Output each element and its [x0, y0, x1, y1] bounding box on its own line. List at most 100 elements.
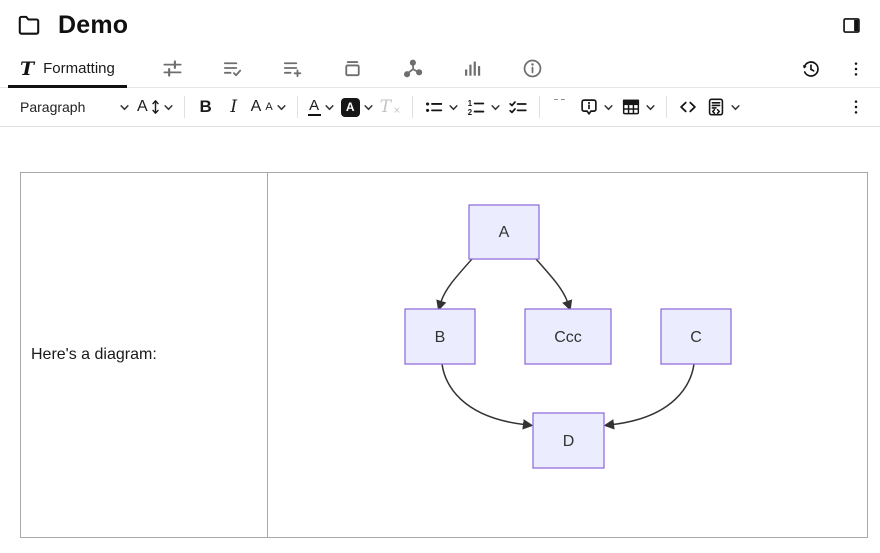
tabbar-more-button[interactable] [844, 57, 868, 81]
diagram-node-B[interactable]: B [405, 309, 475, 364]
chevron-down-icon [448, 102, 459, 113]
toolbar-divider [297, 96, 298, 118]
diagram-node-C[interactable]: C [661, 309, 731, 364]
formatting-T-icon: T [20, 58, 34, 80]
highlight-icon: A [341, 98, 360, 117]
numbered-list-dropdown[interactable]: 1 2 [462, 92, 504, 122]
table-dropdown[interactable] [617, 92, 659, 122]
numbered-list-icon: 1 2 [465, 96, 487, 118]
table-row: Here's a diagram: [21, 173, 868, 538]
toolbar-more-button[interactable] [842, 92, 870, 122]
tab-chart[interactable] [459, 55, 486, 82]
clear-formatting-button[interactable]: T× [377, 92, 405, 122]
text-color-dropdown[interactable]: A [305, 92, 338, 122]
highlight-color-dropdown[interactable]: A [338, 92, 377, 122]
tab-archive[interactable] [339, 55, 366, 82]
toolbar-divider [539, 96, 540, 118]
chevron-down-icon [324, 102, 335, 113]
sliders-icon [161, 57, 184, 80]
chevron-down-icon [276, 102, 287, 113]
table-icon [620, 96, 642, 118]
chevron-down-icon [603, 102, 614, 113]
italic-button[interactable]: I [220, 92, 248, 122]
inline-code-icon [677, 96, 699, 118]
table-cell-text[interactable]: Here's a diagram: [21, 173, 268, 538]
case-small-glyph: A [265, 101, 272, 113]
header: Demo [0, 0, 880, 50]
tab-list-add[interactable] [279, 55, 306, 82]
check-list-icon [507, 96, 529, 118]
edge-C-D [613, 364, 694, 425]
page-title: Demo [58, 11, 128, 40]
callout-icon [578, 96, 600, 118]
list-add-icon [281, 57, 304, 80]
table-cell-diagram[interactable]: A B Ccc C [268, 173, 868, 538]
inline-code-button[interactable] [674, 92, 702, 122]
history-button[interactable] [798, 56, 824, 82]
chevron-down-icon [363, 102, 374, 113]
document-canvas[interactable]: Here's a diagram: [0, 127, 880, 538]
bold-button[interactable]: B [192, 92, 220, 122]
tab-sliders[interactable] [159, 55, 186, 82]
history-icon [800, 58, 822, 80]
font-size-dropdown[interactable]: A [134, 92, 177, 122]
node-label: C [690, 329, 702, 346]
toolbar-divider [412, 96, 413, 118]
clear-format-x: × [393, 106, 401, 116]
content-table: Here's a diagram: [20, 172, 868, 538]
share-nodes-icon [401, 57, 424, 80]
tab-share[interactable] [399, 55, 426, 82]
panel-right-icon [841, 15, 862, 36]
node-label: Ccc [554, 329, 582, 346]
highlight-glyph: A [346, 100, 355, 114]
diagram-node-Ccc[interactable]: Ccc [525, 309, 611, 364]
chevron-down-icon [645, 102, 656, 113]
diagram-node-D[interactable]: D [533, 413, 604, 468]
formatting-toolbar: Paragraph A B I AA A A T× 1 2 [0, 88, 880, 127]
block-type-dropdown[interactable]: Paragraph [10, 92, 134, 122]
chevron-down-icon [163, 102, 174, 113]
edge-A-Ccc [536, 259, 568, 302]
archive-box-icon [341, 57, 364, 80]
block-type-value: Paragraph [20, 99, 85, 115]
tab-info[interactable] [519, 55, 546, 82]
edge-A-B [441, 259, 472, 302]
tab-formatting[interactable]: T Formatting [8, 50, 127, 87]
node-label: A [499, 224, 510, 241]
edge-B-D [442, 364, 524, 425]
text-color-icon: A [308, 98, 321, 116]
tab-formatting-label: Formatting [43, 60, 115, 77]
italic-glyph: I [230, 97, 237, 117]
node-label: D [563, 433, 575, 450]
toggle-side-panel-button[interactable] [839, 13, 864, 38]
cell-text: Here's a diagram: [31, 346, 157, 363]
diagram-node-A[interactable]: A [469, 205, 539, 259]
tab-bar: T Formatting [0, 50, 880, 88]
kebab-menu-icon [846, 97, 866, 117]
check-list-button[interactable] [504, 92, 532, 122]
text-color-glyph: A [309, 98, 319, 113]
bullet-list-dropdown[interactable] [420, 92, 462, 122]
svg-text:2: 2 [467, 108, 472, 117]
font-size-letter: A [137, 98, 148, 116]
bullet-list-icon [423, 96, 445, 118]
info-icon [521, 57, 544, 80]
kebab-menu-icon [846, 59, 866, 79]
folder-icon [16, 12, 42, 38]
quote-icon: “ [552, 99, 569, 115]
svg-text:1: 1 [467, 99, 472, 108]
code-block-icon [705, 96, 727, 118]
toolbar-divider [666, 96, 667, 118]
quote-button[interactable]: “ [547, 92, 575, 122]
code-block-dropdown[interactable] [702, 92, 744, 122]
chevron-down-icon [490, 102, 501, 113]
case-large-glyph: A [251, 98, 262, 116]
tab-icons-group [159, 50, 546, 87]
callout-dropdown[interactable] [575, 92, 617, 122]
chevron-down-icon [119, 102, 130, 113]
bold-glyph: B [200, 97, 212, 117]
text-case-dropdown[interactable]: AA [248, 92, 290, 122]
tab-list-check[interactable] [219, 55, 246, 82]
clear-format-glyph: T [380, 97, 391, 117]
flowchart-diagram[interactable]: A B Ccc C [268, 173, 866, 537]
